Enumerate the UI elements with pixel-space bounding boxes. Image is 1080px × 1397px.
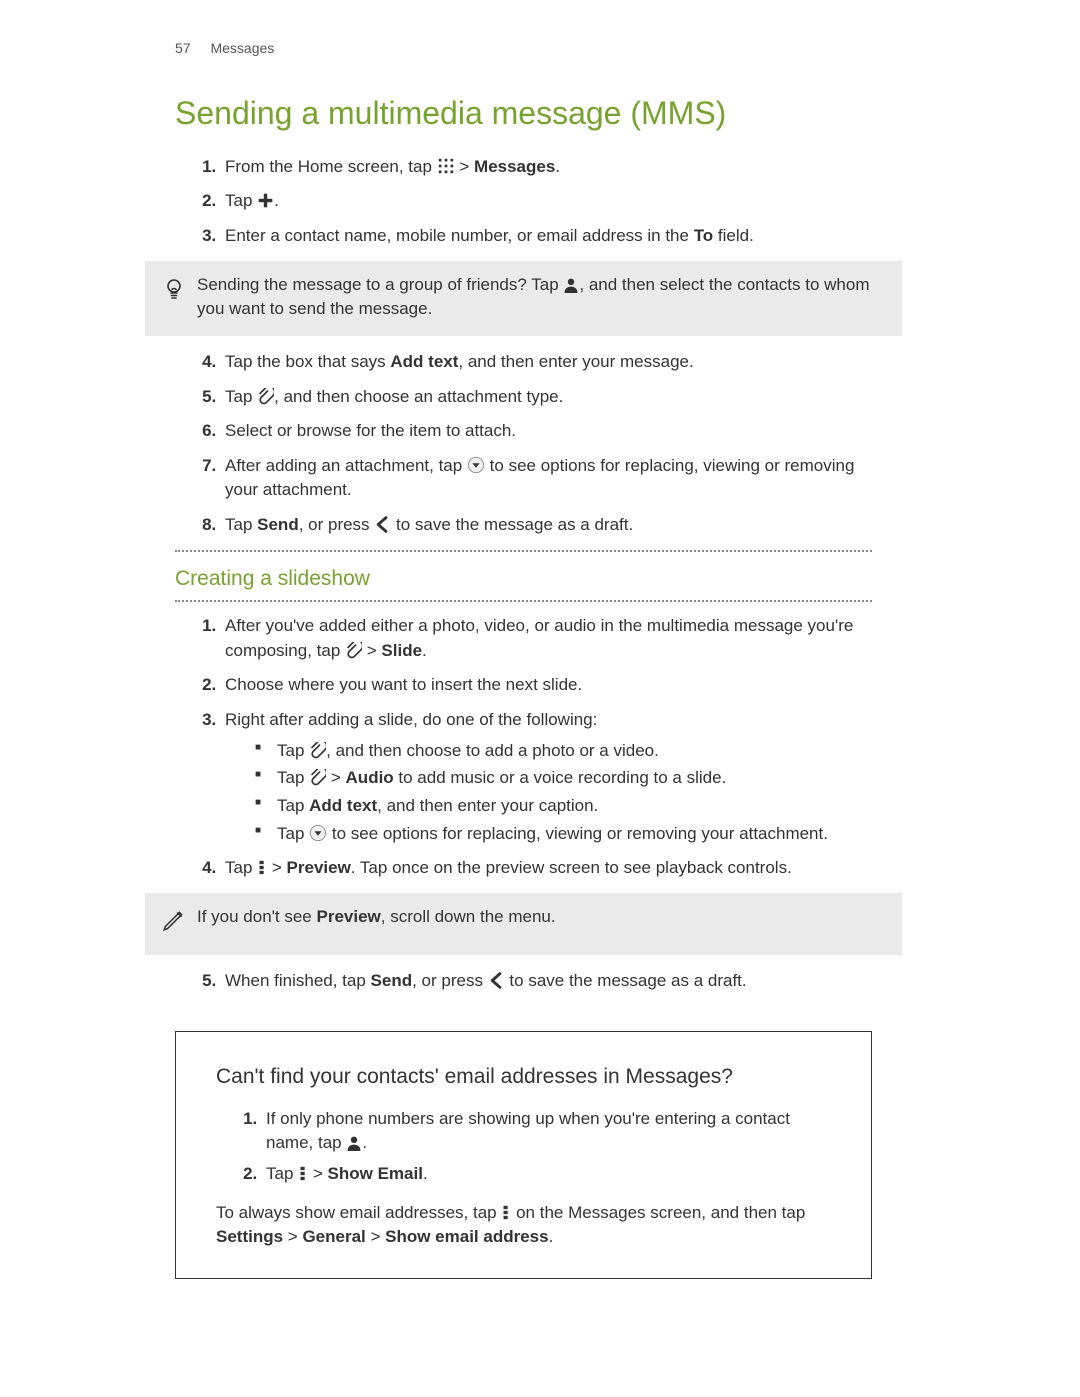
step-4: Tap the box that says Add text, and then… (221, 350, 872, 375)
box-step-2: Tap > Show Email. (262, 1162, 835, 1187)
overflow-menu-icon (501, 1204, 511, 1221)
slide-step-4: Tap > Preview. Tap once on the preview s… (221, 856, 872, 881)
slide-bullets: Tap , and then choose to add a photo or … (225, 739, 872, 847)
paperclip-icon (345, 642, 362, 659)
note-callout: If you don't see Preview, scroll down th… (145, 893, 902, 955)
overflow-menu-icon (298, 1165, 308, 1182)
lightbulb-icon (159, 273, 189, 309)
step-6: Select or browse for the item to attach. (221, 419, 872, 444)
dropdown-icon (467, 456, 485, 474)
box-footer: To always show email addresses, tap on t… (216, 1201, 835, 1250)
overflow-menu-icon (257, 859, 267, 876)
box-step-1: If only phone numbers are showing up whe… (262, 1107, 835, 1156)
step-8: Tap Send, or press to save the message a… (221, 513, 872, 538)
tip-body: Sending the message to a group of friend… (197, 273, 872, 322)
bullet-2: Tap > Audio to add music or a voice reco… (255, 766, 872, 791)
dropdown-icon (309, 824, 327, 842)
bullet-4: Tap to see options for replacing, viewin… (255, 822, 872, 847)
section-name: Messages (210, 40, 274, 56)
back-icon (374, 516, 391, 533)
paperclip-icon (257, 388, 274, 405)
step-7: After adding an attachment, tap to see o… (221, 454, 872, 503)
step-3: Enter a contact name, mobile number, or … (221, 224, 872, 249)
box-heading: Can't find your contacts' email addresse… (216, 1062, 835, 1092)
bullet-3: Tap Add text, and then enter your captio… (255, 794, 872, 819)
step-2: Tap . (221, 189, 872, 214)
paperclip-icon (309, 769, 326, 786)
paperclip-icon (309, 742, 326, 759)
apps-grid-icon (437, 157, 455, 175)
steps-main-2: Tap the box that says Add text, and then… (175, 350, 872, 538)
divider-top (175, 550, 872, 552)
pencil-icon (159, 905, 189, 941)
page-header: 57 Messages (175, 38, 872, 58)
slide-step-3: Right after adding a slide, do one of th… (221, 708, 872, 846)
sidebar-box: Can't find your contacts' email addresse… (175, 1031, 872, 1279)
steps-slideshow-after: When finished, tap Send, or press to sav… (175, 969, 872, 994)
bullet-1: Tap , and then choose to add a photo or … (255, 739, 872, 764)
slide-step-5: When finished, tap Send, or press to sav… (221, 969, 872, 994)
slide-step-2: Choose where you want to insert the next… (221, 673, 872, 698)
note-body: If you don't see Preview, scroll down th… (197, 905, 872, 930)
subheading-slideshow: Creating a slideshow (175, 564, 872, 594)
page-title: Sending a multimedia message (MMS) (175, 90, 872, 136)
tip-callout: Sending the message to a group of friend… (145, 261, 902, 336)
person-icon (563, 277, 579, 293)
step-5: Tap , and then choose an attachment type… (221, 385, 872, 410)
plus-icon (257, 192, 274, 209)
step-1: From the Home screen, tap > Messages. (221, 155, 872, 180)
divider-bottom (175, 600, 872, 602)
slide-step-1: After you've added either a photo, video… (221, 614, 872, 663)
box-steps: If only phone numbers are showing up whe… (216, 1107, 835, 1187)
person-icon (346, 1135, 362, 1151)
back-icon (488, 972, 505, 989)
steps-slideshow: After you've added either a photo, video… (175, 614, 872, 881)
page-number: 57 (175, 40, 191, 56)
steps-main-1: From the Home screen, tap > Messages. Ta… (175, 155, 872, 249)
